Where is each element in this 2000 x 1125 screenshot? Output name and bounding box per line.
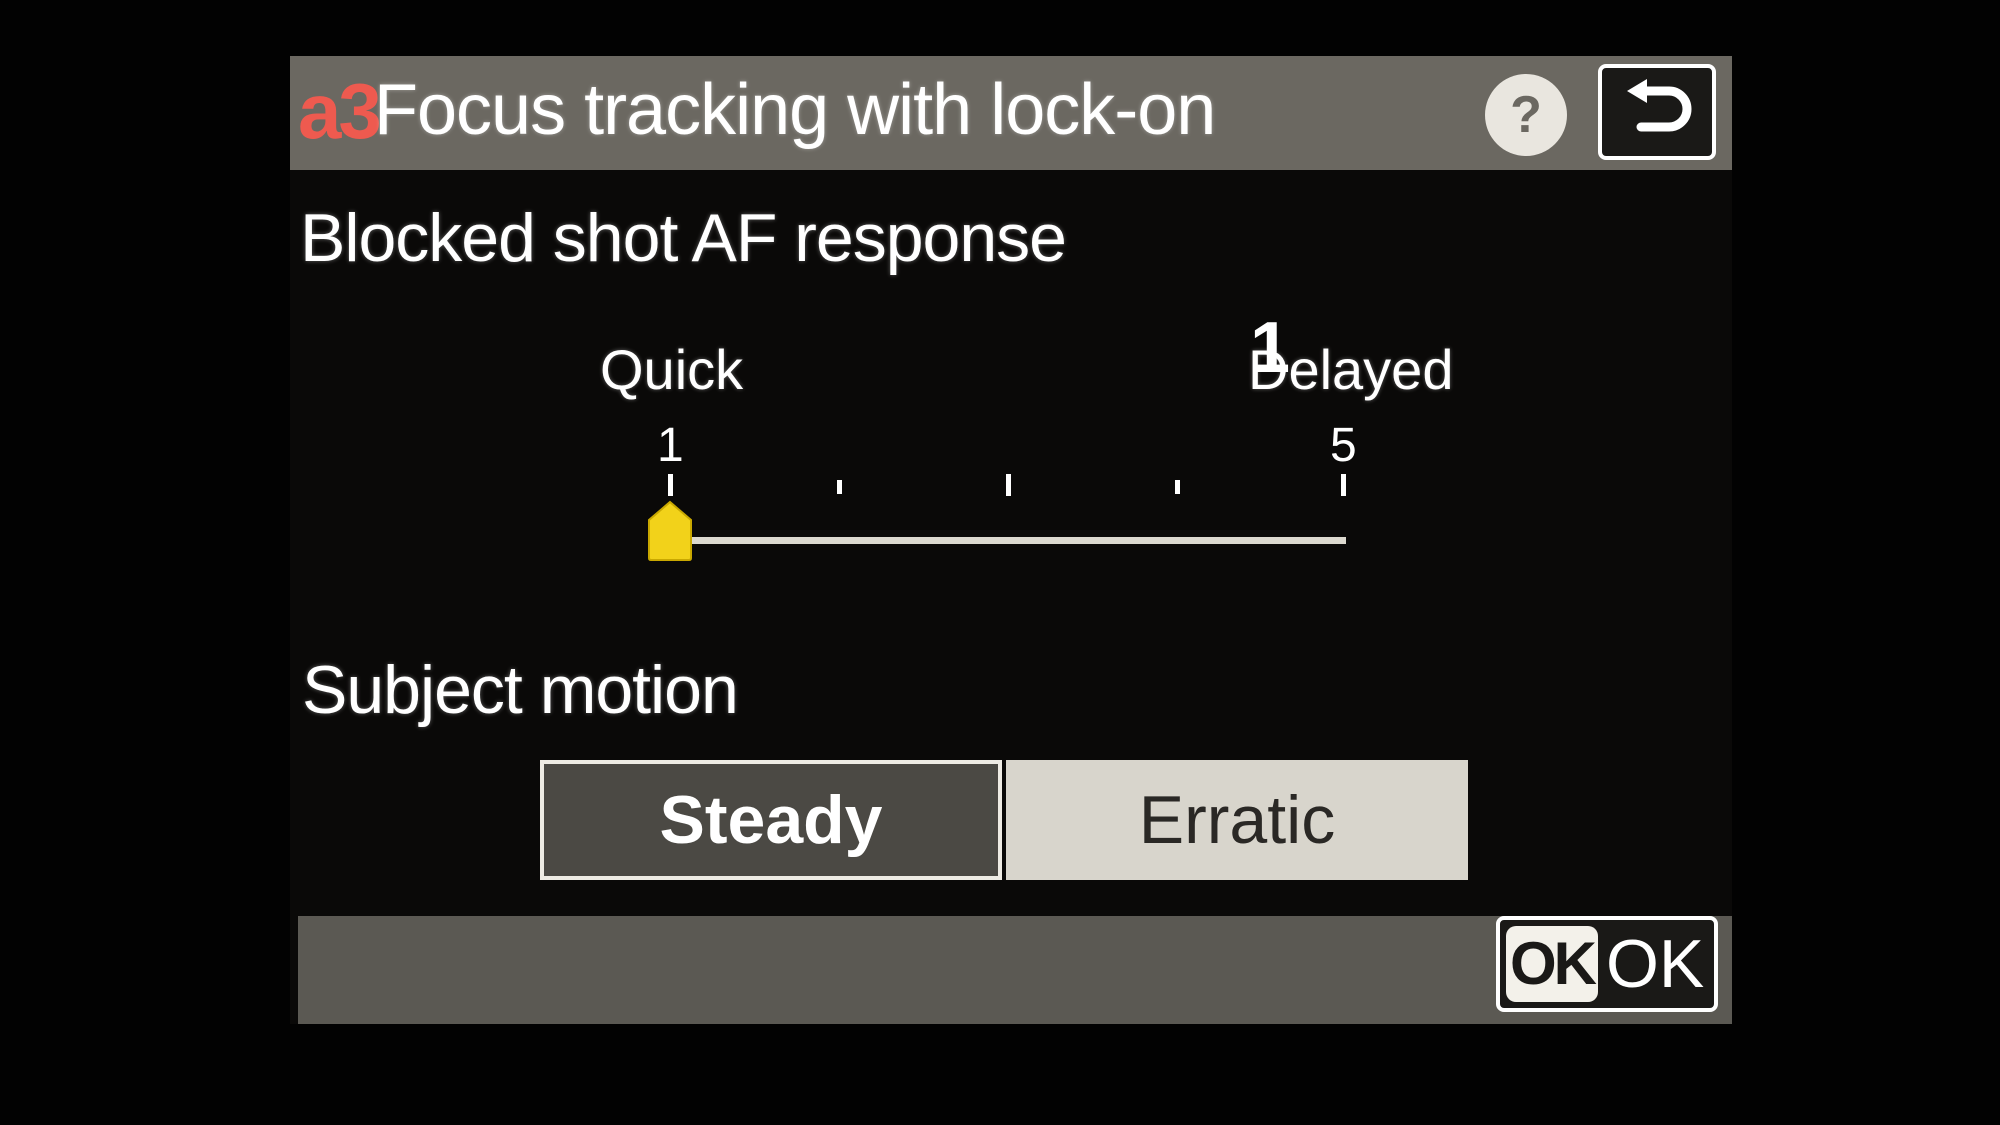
ok-label: OK bbox=[1606, 926, 1705, 1002]
ok-key-icon: OK bbox=[1506, 926, 1598, 1002]
slider-tick bbox=[1341, 474, 1346, 496]
camera-menu-screen: a3 Focus tracking with lock-on ? Blocked… bbox=[290, 56, 1732, 1024]
subject-motion-label: Subject motion bbox=[302, 652, 739, 728]
header-bar: a3 Focus tracking with lock-on ? bbox=[290, 56, 1732, 170]
slider-track bbox=[670, 537, 1346, 544]
back-arrow-icon bbox=[1627, 79, 1692, 132]
ok-button[interactable]: OK OK bbox=[1496, 916, 1719, 1012]
erratic-option-button[interactable]: Erratic bbox=[1006, 760, 1468, 880]
slider-tick bbox=[1006, 474, 1011, 496]
help-icon: ? bbox=[1510, 86, 1542, 144]
quick-label: Quick bbox=[600, 338, 744, 401]
slider-tick bbox=[1175, 480, 1180, 494]
page-title: Focus tracking with lock-on bbox=[374, 70, 1216, 150]
steady-option-button[interactable]: Steady bbox=[540, 760, 1002, 880]
slider-tick bbox=[668, 474, 673, 496]
delayed-label: Delayed bbox=[1248, 338, 1454, 401]
help-button[interactable]: ? bbox=[1485, 74, 1567, 156]
menu-code: a3 bbox=[298, 67, 382, 155]
tick-label-max: 5 bbox=[1330, 419, 1357, 472]
slider-handle[interactable] bbox=[647, 500, 693, 562]
tick-label-min: 1 bbox=[657, 419, 684, 472]
steady-option-label: Steady bbox=[659, 782, 883, 858]
erratic-option-label: Erratic bbox=[1138, 782, 1336, 858]
back-button[interactable] bbox=[1598, 64, 1716, 160]
blocked-shot-label: Blocked shot AF response bbox=[300, 200, 1067, 276]
slider-tick bbox=[837, 480, 842, 494]
